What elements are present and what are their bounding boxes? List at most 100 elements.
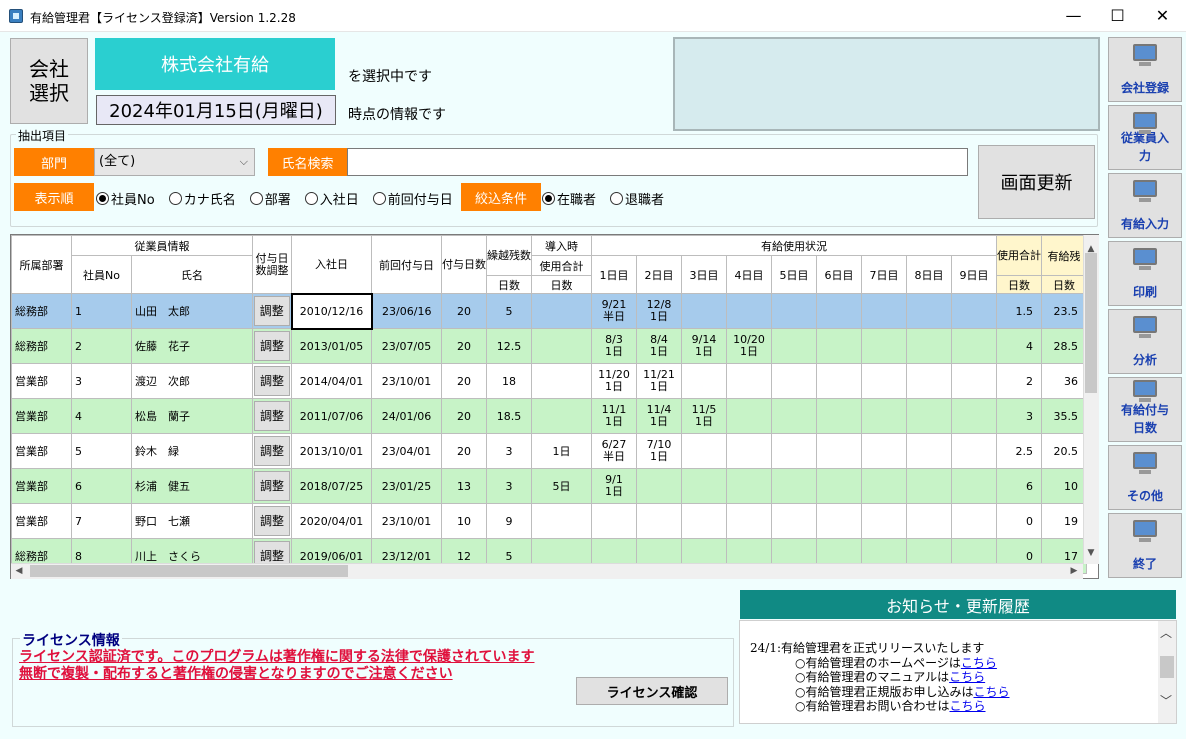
cell-day-3[interactable] (681, 433, 727, 469)
cell-last-grant[interactable]: 23/10/01 (371, 503, 442, 539)
cell-name[interactable]: 山田 太郎 (131, 293, 253, 329)
cell-emp-no[interactable]: 2 (71, 328, 132, 364)
sidebar-exit-button[interactable]: 終了 (1108, 513, 1182, 578)
cell-day-9[interactable] (951, 328, 997, 364)
header-remaining[interactable]: 有給残 (1041, 235, 1087, 276)
cell-hire-date[interactable]: 2011/07/06 (291, 398, 372, 434)
cell-dept[interactable]: 営業部 (11, 433, 72, 469)
cell-day-1[interactable]: 8/3 1日 (591, 328, 637, 364)
cell-day-2[interactable] (636, 468, 682, 504)
sort-option-last-grant[interactable]: 前回付与日 (372, 189, 453, 208)
adjust-button[interactable]: 調整 (254, 436, 290, 466)
sort-option-dept[interactable]: 部署 (249, 189, 291, 208)
cell-grant-days[interactable]: 20 (441, 398, 487, 434)
header-grant-days[interactable]: 付与日数 (441, 235, 487, 294)
scroll-left-icon[interactable]: ◀ (11, 563, 27, 579)
cell-used-total[interactable]: 1.5 (996, 293, 1042, 329)
cell-day-9[interactable] (951, 503, 997, 539)
cell-day-6[interactable] (816, 503, 862, 539)
sort-option-emp-no[interactable]: 社員No (96, 189, 155, 208)
cell-name[interactable]: 野口 七瀬 (131, 503, 253, 539)
cell-carryover[interactable]: 9 (486, 503, 532, 539)
cell-intro-used[interactable]: 1日 (531, 433, 592, 469)
cell-day-9[interactable] (951, 398, 997, 434)
cell-dept[interactable]: 総務部 (11, 293, 72, 329)
sidebar-print-button[interactable]: 印刷 (1108, 241, 1182, 306)
cell-used-total[interactable]: 0 (996, 503, 1042, 539)
news-scroll-thumb[interactable] (1160, 656, 1174, 678)
scroll-down-icon[interactable]: ▼ (1083, 545, 1099, 561)
cell-day-5[interactable] (771, 468, 817, 504)
homepage-link[interactable]: こちら (961, 656, 997, 670)
header-used-total[interactable]: 使用合計 (996, 235, 1042, 276)
purchase-link[interactable]: こちら (973, 685, 1009, 699)
table-row[interactable]: 営業部 3 渡辺 次郎 調整 2014/04/01 23/10/01 20 18 11/20 1日… (11, 363, 1087, 399)
cell-day-6[interactable] (816, 363, 862, 399)
refresh-button[interactable]: 画面更新 (978, 145, 1095, 219)
cell-day-5[interactable] (771, 398, 817, 434)
cell-carryover[interactable]: 3 (486, 433, 532, 469)
cell-dept[interactable]: 営業部 (11, 468, 72, 504)
cell-day-6[interactable] (816, 328, 862, 364)
cell-day-7[interactable] (861, 328, 907, 364)
cell-day-8[interactable] (906, 398, 952, 434)
cell-day-1[interactable] (591, 503, 637, 539)
cell-carryover[interactable]: 12.5 (486, 328, 532, 364)
cell-day-1[interactable]: 11/1 1日 (591, 398, 637, 434)
header-day-8[interactable]: 8日目 (906, 255, 952, 294)
cell-last-grant[interactable]: 23/10/01 (371, 363, 442, 399)
cell-name[interactable]: 渡辺 次郎 (131, 363, 253, 399)
cell-last-grant[interactable]: 24/01/06 (371, 398, 442, 434)
close-icon[interactable]: ✕ (1140, 0, 1185, 31)
cell-day-5[interactable] (771, 503, 817, 539)
cell-day-2[interactable] (636, 503, 682, 539)
grid-horizontal-scroll-thumb[interactable] (30, 565, 348, 577)
cell-day-4[interactable] (726, 398, 772, 434)
sidebar-leave-input-button[interactable]: 有給入力 (1108, 173, 1182, 238)
cell-day-4[interactable] (726, 468, 772, 504)
radio-icon[interactable] (610, 192, 624, 205)
cell-carryover[interactable]: 18.5 (486, 398, 532, 434)
cell-day-1[interactable]: 9/21 半日 (591, 293, 637, 329)
cell-carryover[interactable]: 5 (486, 293, 532, 329)
header-last-grant[interactable]: 前回付与日 (371, 235, 442, 294)
cell-day-8[interactable] (906, 293, 952, 329)
cell-day-5[interactable] (771, 293, 817, 329)
cell-emp-no[interactable]: 1 (71, 293, 132, 329)
cell-name[interactable]: 杉浦 健五 (131, 468, 253, 504)
cell-day-3[interactable] (681, 468, 727, 504)
cell-day-1[interactable]: 11/20 1日 (591, 363, 637, 399)
cell-day-5[interactable] (771, 363, 817, 399)
cell-day-4[interactable] (726, 293, 772, 329)
cell-used-total[interactable]: 6 (996, 468, 1042, 504)
adjust-button[interactable]: 調整 (254, 331, 290, 361)
radio-icon[interactable] (542, 192, 555, 205)
cell-day-2[interactable]: 11/4 1日 (636, 398, 682, 434)
cell-last-grant[interactable]: 23/01/25 (371, 468, 442, 504)
cell-intro-used[interactable] (531, 293, 592, 329)
cell-day-7[interactable] (861, 398, 907, 434)
sidebar-grant-days-button[interactable]: 有給付与日数 (1108, 377, 1182, 442)
cell-emp-no[interactable]: 4 (71, 398, 132, 434)
cell-intro-used[interactable] (531, 398, 592, 434)
header-emp-no[interactable]: 社員No (71, 255, 132, 294)
cell-day-7[interactable] (861, 503, 907, 539)
dept-dropdown[interactable]: (全て) ⌵ (94, 148, 255, 176)
sort-option-hire-date[interactable]: 入社日 (304, 189, 359, 208)
grid-vertical-scroll-thumb[interactable] (1085, 253, 1097, 393)
adjust-button[interactable]: 調整 (254, 401, 290, 431)
cell-day-1[interactable]: 9/1 1日 (591, 468, 637, 504)
radio-icon[interactable] (96, 192, 109, 205)
cell-intro-used[interactable]: 5日 (531, 468, 592, 504)
cell-day-9[interactable] (951, 363, 997, 399)
cell-name[interactable]: 松島 蘭子 (131, 398, 253, 434)
header-day-7[interactable]: 7日目 (861, 255, 907, 294)
cell-day-3[interactable] (681, 503, 727, 539)
header-day-4[interactable]: 4日目 (726, 255, 772, 294)
cell-remaining[interactable]: 28.5 (1041, 328, 1087, 364)
cell-day-2[interactable]: 8/4 1日 (636, 328, 682, 364)
cell-emp-no[interactable]: 6 (71, 468, 132, 504)
manual-link[interactable]: こちら (949, 670, 985, 684)
cell-day-5[interactable] (771, 328, 817, 364)
cell-day-9[interactable] (951, 433, 997, 469)
